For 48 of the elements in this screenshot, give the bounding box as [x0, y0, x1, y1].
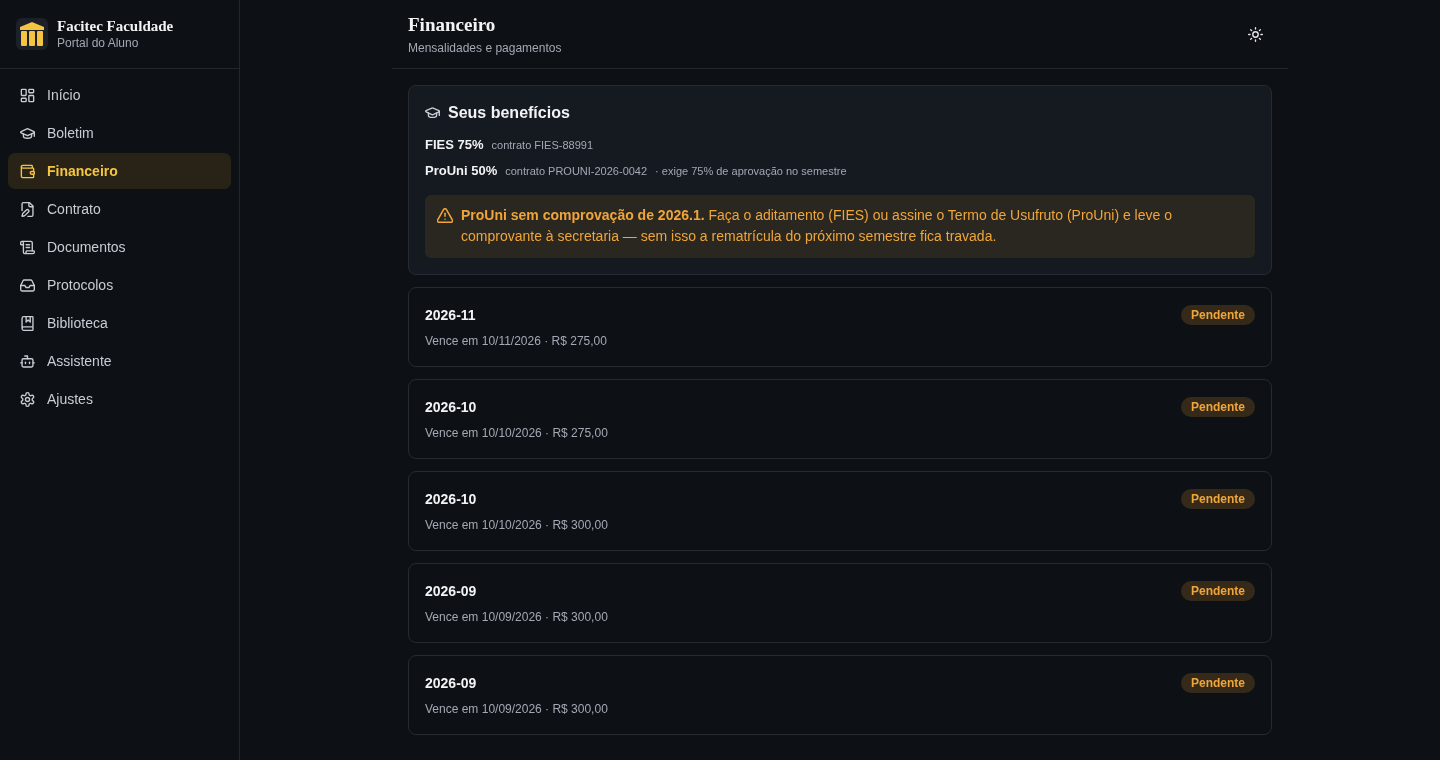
nav-item[interactable]: Biblioteca [8, 305, 231, 341]
nav-item[interactable]: Contrato [8, 191, 231, 227]
nav-item[interactable]: Financeiro [8, 153, 231, 189]
status-badge: Pendente [1181, 673, 1255, 693]
graduation-cap-icon [425, 107, 440, 119]
nav-item[interactable]: Boletim [8, 115, 231, 151]
nav-item[interactable]: Ajustes [8, 381, 231, 417]
payment-due-details: Vence em 10/09/2026 · R$ 300,00 [425, 609, 608, 626]
status-badge: Pendente [1181, 397, 1255, 417]
wallet-icon [20, 163, 35, 179]
page-title: Financeiro [408, 13, 497, 36]
settings-icon [20, 391, 35, 407]
status-badge: Pendente [1181, 581, 1255, 601]
logo-icon [16, 18, 48, 50]
file-pen-icon [20, 201, 35, 217]
brand-subtitle: Portal do Aluno [57, 35, 140, 51]
contract-number: contrato PROUNI-2026-0042 [505, 165, 648, 177]
status-badge: Pendente [1181, 489, 1255, 509]
benefits-title: Seus benefícios [448, 104, 570, 122]
payment-period: 2026-11 [425, 306, 477, 325]
benefit-name: ProUni 50% [425, 163, 498, 178]
nav-item[interactable]: Protocolos [8, 267, 231, 303]
status-badge: Pendente [1181, 305, 1255, 325]
payment-due-details: Vence em 10/10/2026 · R$ 300,00 [425, 517, 608, 534]
payment-due-details: Vence em 10/09/2026 · R$ 300,00 [425, 701, 608, 718]
sun-icon[interactable] [1248, 26, 1263, 42]
nav-item[interactable]: Início [8, 77, 231, 113]
nav-item[interactable]: Documentos [8, 229, 231, 265]
brand-name: Facitec Faculdade [57, 17, 174, 35]
benefit-note: · exige 75% de aprovação no semestre [655, 165, 847, 177]
grid-icon [20, 87, 35, 103]
book-icon [20, 315, 35, 331]
payment-due-details: Vence em 10/10/2026 · R$ 275,00 [425, 425, 608, 442]
alert-text: ProUni sem comprovação de 2026.1. Faça o aditamento (FIES) ou assine o Termo de Usufruto (ProUni) e leve o comprovante à secretaria — sem isso a rematrícula do próximo semestre fica travada. [461, 206, 1173, 246]
payment-due-details: Vence em 10/11/2026 · R$ 275,00 [425, 333, 607, 350]
inbox-icon [20, 277, 35, 293]
payment-period: 2026-09 [425, 674, 478, 693]
contract-number: contrato FIES-88991 [491, 139, 594, 151]
page-subtitle: Mensalidades e pagamentos [408, 39, 562, 56]
payment-period: 2026-09 [425, 582, 478, 601]
payment-period: 2026-10 [425, 398, 478, 417]
benefit-name: FIES 75% [425, 137, 484, 152]
nav-item[interactable]: Assistente [8, 343, 231, 379]
robot-icon [20, 353, 35, 369]
warning-icon [437, 208, 453, 223]
payment-period: 2026-10 [425, 490, 478, 509]
scroll-icon [20, 239, 35, 255]
graduation-cap-icon [20, 125, 35, 141]
